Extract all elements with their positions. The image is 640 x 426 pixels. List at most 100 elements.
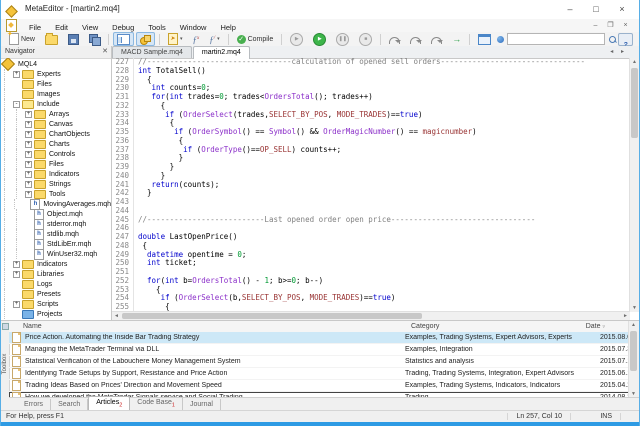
tree-item-images[interactable]: Images	[1, 89, 111, 99]
expander-icon[interactable]: +	[13, 261, 20, 268]
tree-item-stderror-mqh[interactable]: hstderror.mqh	[1, 219, 111, 229]
scrollbar-thumb[interactable]	[630, 331, 637, 371]
open-button[interactable]	[41, 32, 62, 46]
tree-item-indicators[interactable]: +Indicators	[1, 259, 111, 269]
tab-scroll-arrows[interactable]: ◂ ▸	[610, 46, 639, 58]
tree-item-charts[interactable]: +Charts	[1, 139, 111, 149]
tree-item-winuser32-mqh[interactable]: hWinUser32.mqh	[1, 249, 111, 259]
article-row[interactable]: Managing the MetaTrader Terminal via DLL…	[9, 344, 629, 356]
tree-item-indicators[interactable]: +Indicators	[1, 169, 111, 179]
expander-icon[interactable]: +	[25, 121, 32, 128]
menu-edit[interactable]: Edit	[48, 23, 75, 32]
help-button[interactable]: ?	[618, 33, 633, 46]
menu-window[interactable]: Window	[173, 23, 214, 32]
code-editor[interactable]: 227//--------------------------------cal…	[112, 58, 630, 312]
article-row[interactable]: Identifying Trade Setups by Support, Res…	[9, 368, 629, 380]
start-debug-button[interactable]: ▶	[286, 32, 307, 46]
toolbox-tab-errors[interactable]: Errors	[17, 399, 51, 410]
toolbox-tab-journal[interactable]: Journal	[183, 399, 221, 410]
maximize-button[interactable]: □	[583, 0, 609, 19]
save-button[interactable]	[64, 32, 83, 46]
toggle-toolbox-button[interactable]	[136, 32, 155, 46]
scroll-down-icon[interactable]: ▼	[630, 304, 639, 312]
tree-item-controls[interactable]: +Controls	[1, 149, 111, 159]
tree-item-scripts[interactable]: +Scripts	[1, 299, 111, 309]
new-button[interactable]: ✦ New	[5, 32, 39, 46]
expander-icon[interactable]: +	[13, 301, 20, 308]
step-over-button[interactable]	[406, 32, 425, 46]
step-into-button[interactable]	[385, 32, 404, 46]
minimize-button[interactable]: –	[557, 0, 583, 19]
grid-vertical-scrollbar[interactable]: ▲ ▼	[628, 321, 639, 398]
function-list-button[interactable]: ƒx	[188, 32, 203, 46]
tree-item-projects[interactable]: Projects	[1, 309, 111, 319]
expander-icon[interactable]: +	[25, 151, 32, 158]
tree-item-presets[interactable]: Presets	[1, 289, 111, 299]
mdi-close-button[interactable]: ×	[618, 19, 633, 32]
scroll-up-icon[interactable]: ▲	[630, 58, 639, 66]
save-all-button[interactable]	[85, 32, 104, 46]
search-input[interactable]	[507, 33, 605, 45]
expander-icon[interactable]: -	[13, 101, 20, 108]
tree-item-stdlib-mqh[interactable]: hstdlib.mqh	[1, 229, 111, 239]
tree-item-movingaverages-mqh[interactable]: hMovingAverages.mqh	[1, 199, 111, 209]
expander-icon[interactable]: +	[25, 131, 32, 138]
tree-item-arrays[interactable]: +Arrays	[1, 109, 111, 119]
tree-item-libraries[interactable]: +Libraries	[1, 269, 111, 279]
expander-icon[interactable]: +	[25, 161, 32, 168]
toolbox-tab-search[interactable]: Search	[51, 399, 88, 410]
menu-tools[interactable]: Tools	[141, 23, 173, 32]
menu-view[interactable]: View	[75, 23, 105, 32]
expander-icon[interactable]: +	[25, 191, 32, 198]
pin-icon[interactable]	[2, 323, 9, 330]
toggle-navigator-button[interactable]	[113, 32, 134, 46]
editor-horizontal-scrollbar[interactable]: ◄ ►	[112, 311, 630, 320]
column-header-date[interactable]: Date ▿	[586, 323, 605, 330]
expander-icon[interactable]: +	[25, 111, 32, 118]
pause-debug-button[interactable]: ❚❚	[332, 32, 353, 46]
mdi-restore-button[interactable]: ❐	[603, 19, 618, 32]
step-out-button[interactable]	[427, 32, 446, 46]
article-row[interactable]: Statistical Verification of the Labouche…	[9, 356, 629, 368]
tree-item-mql4[interactable]: MQL4	[1, 59, 111, 69]
function-insert-button[interactable]: ƒ/▾	[205, 32, 223, 46]
tree-item-object-mqh[interactable]: hObject.mqh	[1, 209, 111, 219]
tree-item-strings[interactable]: +Strings	[1, 179, 111, 189]
expander-icon[interactable]: +	[25, 181, 32, 188]
mql-wizard-button[interactable]: ➤▾	[164, 32, 187, 46]
article-row[interactable]: Price Action. Automating the Inside Bar …	[9, 332, 629, 344]
menu-debug[interactable]: Debug	[105, 23, 141, 32]
expander-icon[interactable]: +	[25, 171, 32, 178]
continue-debug-button[interactable]: ▶	[309, 32, 330, 46]
scrollbar-thumb[interactable]	[631, 68, 638, 138]
column-header-category[interactable]: Category	[411, 323, 439, 330]
expander-icon[interactable]: +	[25, 141, 32, 148]
menu-file[interactable]: File	[22, 23, 48, 32]
tree-item-chartobjects[interactable]: +ChartObjects	[1, 129, 111, 139]
open-terminal-button[interactable]	[474, 32, 495, 46]
tree-item-files[interactable]: +Files	[1, 159, 111, 169]
article-row[interactable]: Trading Ideas Based on Prices' Direction…	[9, 380, 629, 392]
scroll-left-icon[interactable]: ◄	[112, 312, 121, 320]
tree-item-tools[interactable]: +Tools	[1, 189, 111, 199]
menu-help[interactable]: Help	[213, 23, 242, 32]
editor-vertical-scrollbar[interactable]: ▲ ▼	[629, 58, 639, 312]
tree-item-stdliberr-mqh[interactable]: hStdLibErr.mqh	[1, 239, 111, 249]
tree-item-files[interactable]: Files	[1, 79, 111, 89]
expander-icon[interactable]: +	[13, 271, 20, 278]
tree-item-include[interactable]: -Include	[1, 99, 111, 109]
close-button[interactable]: ×	[609, 0, 635, 19]
compile-button[interactable]: ✓ Compile	[233, 32, 278, 46]
mdi-minimize-button[interactable]: –	[588, 19, 603, 32]
scroll-right-icon[interactable]: ►	[621, 312, 630, 320]
tree-item-canvas[interactable]: +Canvas	[1, 119, 111, 129]
expander-icon[interactable]: +	[13, 71, 20, 78]
tab-macd-sample-mq4[interactable]: MACD Sample.mq4	[112, 46, 192, 58]
tree-item-experts[interactable]: +Experts	[1, 69, 111, 79]
navigator-close-icon[interactable]: ✕	[102, 46, 108, 58]
go-to-button[interactable]: →	[448, 32, 465, 46]
column-header-name[interactable]: Name	[23, 323, 42, 330]
tree-item-logs[interactable]: Logs	[1, 279, 111, 289]
scrollbar-thumb[interactable]	[122, 313, 422, 319]
stop-debug-button[interactable]: ■	[355, 32, 376, 46]
